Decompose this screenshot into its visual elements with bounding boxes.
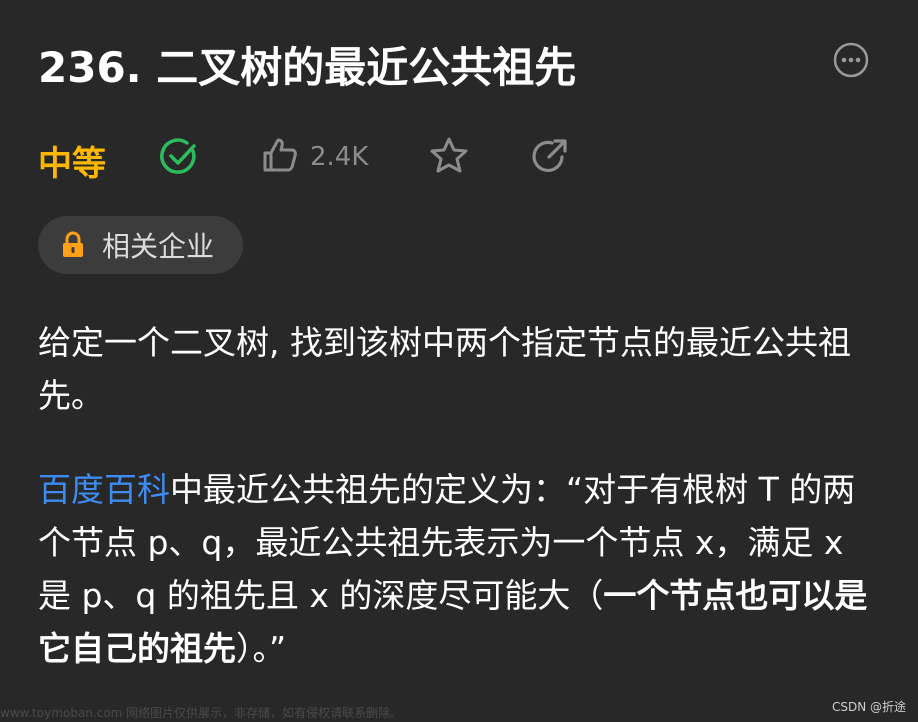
like-count: 2.4K <box>310 142 369 172</box>
description-paragraph-1: 给定一个二叉树, 找到该树中两个指定节点的最近公共祖先。 <box>38 323 851 415</box>
problem-title: 236. 二叉树的最近公共祖先 <box>38 43 577 92</box>
watermark-author: CSDN @折途 <box>831 700 906 714</box>
more-options-icon[interactable] <box>833 42 869 78</box>
related-companies-tag[interactable]: 相关企业 <box>38 216 243 274</box>
thumbs-up-icon <box>260 135 300 179</box>
baidu-baike-link[interactable]: 百度百科 <box>38 470 170 509</box>
like-button[interactable]: 2.4K <box>260 134 368 180</box>
description-paragraph-2: 百度百科中最近公共祖先的定义为：“对于有根树 T 的两个节点 p、q，最近公共祖… <box>38 463 878 675</box>
lock-icon <box>60 231 86 259</box>
solved-check-icon <box>158 136 200 178</box>
share-icon[interactable] <box>528 135 570 177</box>
related-companies-label: 相关企业 <box>102 230 215 263</box>
watermark-notice: www.toymoban.com 网络图片仅供展示，非存储，如有侵权请联系删除。 <box>0 706 403 720</box>
definition-end-text: ）。” <box>236 629 287 668</box>
problem-meta-bar: 中等 2.4K <box>38 132 898 184</box>
favorite-star-icon[interactable] <box>428 135 470 177</box>
difficulty-badge: 中等 <box>38 144 106 184</box>
